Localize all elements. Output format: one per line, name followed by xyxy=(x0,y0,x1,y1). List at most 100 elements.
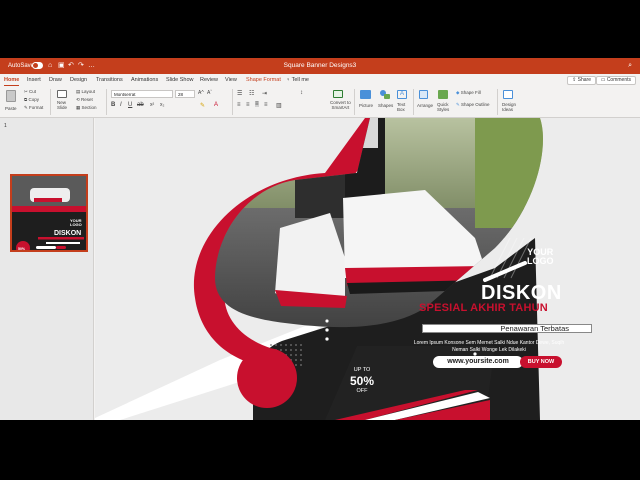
columns-icon[interactable]: ▥ xyxy=(276,102,282,109)
reset-label: Reset xyxy=(81,97,93,102)
layout-button[interactable]: ▤ Layout xyxy=(76,89,95,95)
title-bar: AutoSave ⌂ ▣ ↶ ↷ … Square Banner Designs… xyxy=(0,58,640,74)
tab-animations[interactable]: Animations xyxy=(131,77,158,83)
align-center-icon[interactable]: ≡ xyxy=(246,102,250,108)
tab-tell-me[interactable]: ♀ Tell me xyxy=(286,77,309,83)
document-title: Square Banner Designs3 xyxy=(283,62,357,69)
tab-shape-format[interactable]: Shape Format xyxy=(246,77,281,83)
svg-text:DISKON: DISKON xyxy=(54,230,81,237)
tagline-textbox[interactable]: Penawaran Terbatas xyxy=(422,324,592,333)
ribbon-divider xyxy=(413,89,414,115)
cut-button[interactable]: ✂ Cut xyxy=(24,89,36,95)
arrange-icon[interactable] xyxy=(419,90,428,99)
text-box-icon[interactable]: A xyxy=(397,90,407,99)
quick-styles-icon[interactable] xyxy=(438,90,448,99)
ribbon-divider xyxy=(50,89,51,115)
buy-now-button[interactable]: BUY NOW xyxy=(520,356,562,368)
shape-outline-label: Shape Outline xyxy=(461,102,490,107)
discount-badge-circle xyxy=(237,348,297,408)
arrange-label[interactable]: Arrange xyxy=(417,103,433,108)
justify-icon[interactable]: ≡ xyxy=(264,102,268,108)
ribbon-toolbar: Paste ✂ Cut ⧉ Copy ✎ Format New Slide ▤ … xyxy=(0,87,640,118)
logo-line-2: LOGO xyxy=(527,256,554,266)
tab-slide-show[interactable]: Slide Show xyxy=(166,77,194,83)
shape-fill-button[interactable]: ◆ Shape Fill xyxy=(456,90,481,96)
shape-outline-button[interactable]: ✎ Shape Outline xyxy=(456,102,490,108)
paste-icon[interactable] xyxy=(6,90,16,102)
thumbnail-preview: YOUR LOGO DISKON 50% xyxy=(12,176,86,251)
smartart-icon[interactable] xyxy=(333,90,343,98)
design-ideas-icon[interactable] xyxy=(503,90,513,99)
font-name-select[interactable]: Montserrat xyxy=(111,90,173,98)
ribbon-divider xyxy=(232,89,233,115)
font-color-icon[interactable]: A xyxy=(214,102,218,108)
tab-draw[interactable]: Draw xyxy=(49,77,62,83)
picture-icon[interactable] xyxy=(360,90,371,99)
text-box-label[interactable]: Text Box xyxy=(397,102,405,112)
shape-fill-label: Shape Fill xyxy=(460,90,481,95)
ribbon-divider xyxy=(354,89,355,115)
shapes-label[interactable]: Shapes xyxy=(378,103,393,108)
strikethrough-icon[interactable]: ab xyxy=(137,102,144,108)
paste-label: Paste xyxy=(5,106,17,111)
tab-transitions[interactable]: Transitions xyxy=(96,77,123,83)
share-button[interactable]: ⇪ Share xyxy=(567,76,596,85)
bold-icon[interactable]: B xyxy=(111,102,115,108)
search-icon[interactable]: ⌕ xyxy=(628,62,632,70)
tell-me-label: Tell me xyxy=(291,77,309,83)
shrink-font-icon[interactable]: Aˇ xyxy=(207,90,212,96)
superscript-icon[interactable]: x² xyxy=(150,102,154,108)
convert-smartart-label[interactable]: Convert to SmartArt xyxy=(330,100,351,110)
bullets-icon[interactable]: ☰ xyxy=(237,90,242,97)
align-right-icon[interactable]: ≡ xyxy=(255,101,259,107)
underline-icon[interactable]: U xyxy=(128,102,132,108)
svg-text:50%: 50% xyxy=(18,247,26,251)
badge-value-text: 50% xyxy=(349,374,375,388)
picture-label[interactable]: Picture xyxy=(359,103,373,108)
tab-design[interactable]: Design xyxy=(70,77,87,83)
badge-top-text: UP TO xyxy=(353,367,371,373)
section-button[interactable]: ▦ Section xyxy=(76,105,97,111)
subscript-icon[interactable]: x₂ xyxy=(160,102,164,108)
section-label: Section xyxy=(81,105,97,110)
grow-font-icon[interactable]: A^ xyxy=(198,90,204,96)
tab-view[interactable]: View xyxy=(225,77,237,83)
align-left-icon[interactable]: ≡ xyxy=(237,102,241,108)
body-text[interactable]: Lorem Ipsum Konsone Sem Mernet Salki Ndu… xyxy=(413,340,565,354)
ribbon-divider xyxy=(106,89,107,115)
ribbon-tabs: Home Insert Draw Design Transitions Anim… xyxy=(0,74,640,87)
tab-home[interactable]: Home xyxy=(4,77,20,86)
tab-review[interactable]: Review xyxy=(200,77,218,83)
selection-handles xyxy=(324,318,330,342)
comments-label: Comments xyxy=(606,77,631,83)
format-label: Format xyxy=(29,105,44,110)
highlight-icon[interactable]: ✎ xyxy=(200,102,205,109)
indent-icon[interactable]: ⇥ xyxy=(262,90,267,97)
italic-icon[interactable]: I xyxy=(120,102,122,108)
font-size-select[interactable]: 28 xyxy=(175,90,195,98)
reset-button[interactable]: ⟲ Reset xyxy=(76,97,93,103)
quick-styles-label[interactable]: Quick Styles xyxy=(437,102,449,112)
ribbon-divider xyxy=(497,89,498,115)
slide-canvas: YOUR LOGO DISKON SPESIAL AKHIR TAHUN Pen… xyxy=(95,118,640,420)
new-slide-icon[interactable] xyxy=(57,90,67,98)
comments-button[interactable]: ▭ Comments xyxy=(595,76,636,85)
share-label: Share xyxy=(577,77,591,83)
copy-button[interactable]: ⧉ Copy xyxy=(24,97,39,102)
format-painter-button[interactable]: ✎ Format xyxy=(24,105,43,111)
slide-number: 1 xyxy=(4,123,7,129)
tab-insert[interactable]: Insert xyxy=(27,77,41,83)
svg-text:LOGO: LOGO xyxy=(70,222,82,227)
new-slide-label[interactable]: New Slide xyxy=(57,100,67,110)
design-ideas-label[interactable]: Design Ideas xyxy=(502,102,516,112)
subheadline-text[interactable]: SPESIAL AKHIR TAHUN xyxy=(419,302,548,314)
shapes-icon xyxy=(384,94,390,99)
brand-logo: YOUR LOGO xyxy=(527,248,554,266)
copy-label: Copy xyxy=(28,97,39,102)
numbering-icon[interactable]: ☷ xyxy=(249,90,254,97)
slide-thumbnail[interactable]: YOUR LOGO DISKON 50% xyxy=(10,174,88,252)
layout-label: Layout xyxy=(81,89,96,94)
website-pill[interactable]: www.yoursite.com xyxy=(433,356,523,368)
text-direction-icon[interactable]: ↕ xyxy=(300,90,303,96)
powerpoint-window: AutoSave ⌂ ▣ ↶ ↷ … Square Banner Designs… xyxy=(0,58,640,420)
